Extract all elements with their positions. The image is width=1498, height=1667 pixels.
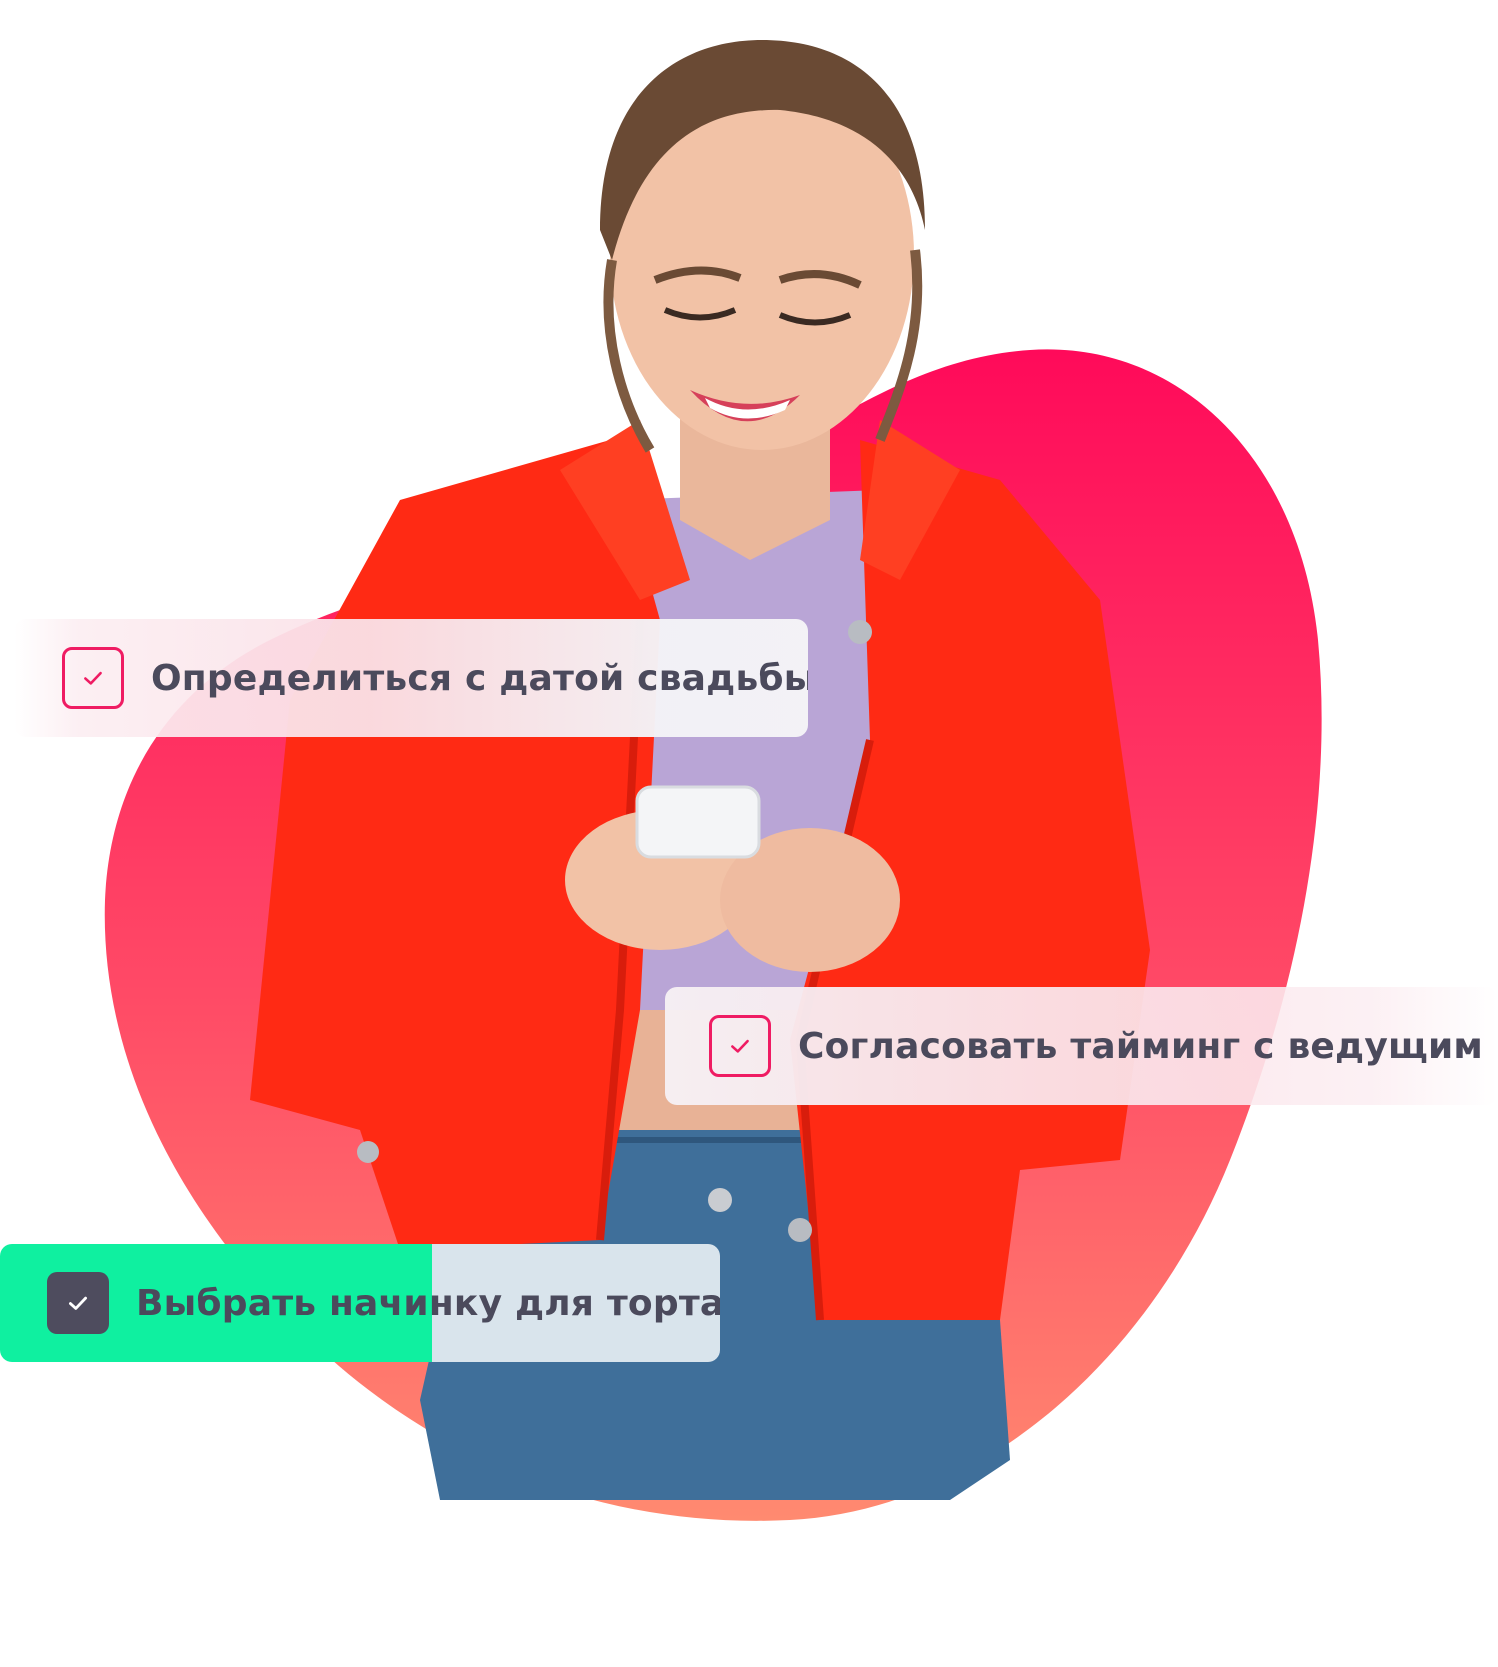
task-item-host-timing[interactable]: Согласовать тайминг с ведущим [665, 987, 1498, 1105]
task-label: Определиться с датой свадьбы [151, 657, 808, 699]
woman-with-phone-illustration [250, 40, 1150, 1500]
check-icon [69, 1296, 87, 1310]
task-item-cake-filling[interactable]: Выбрать начинку для торта [0, 1244, 720, 1362]
task-label: Выбрать начинку для торта [136, 1282, 720, 1324]
task-checkbox-checked[interactable] [47, 1272, 109, 1334]
illustration-stage: Определиться с датой свадьбы Согласовать… [0, 0, 1498, 1667]
task-checkbox[interactable] [62, 647, 124, 709]
task-item-wedding-date[interactable]: Определиться с датой свадьбы [14, 619, 808, 737]
check-icon [84, 671, 102, 685]
task-label: Согласовать тайминг с ведущим [798, 1025, 1484, 1067]
check-icon [731, 1039, 749, 1053]
task-checkbox[interactable] [709, 1015, 771, 1077]
smartphone [635, 785, 761, 859]
